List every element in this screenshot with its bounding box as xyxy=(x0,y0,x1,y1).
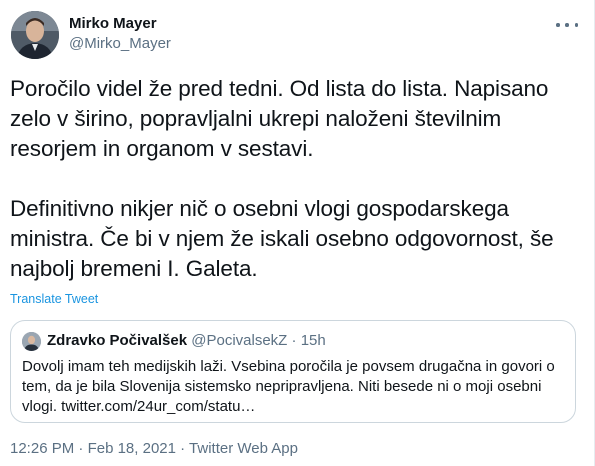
quoted-header: Zdravko Počivalšek @PocivalsekZ · 15h xyxy=(47,331,326,351)
avatar-photo xyxy=(11,11,59,59)
tweet-metadata: 12:26 PM · Feb 18, 2021 · Twitter Web Ap… xyxy=(10,440,298,457)
translate-tweet-link[interactable]: Translate Tweet xyxy=(10,292,98,306)
author-display-name[interactable]: Mirko Mayer xyxy=(69,14,171,34)
quoted-separator: · xyxy=(291,332,297,349)
tweet-date[interactable]: Feb 18, 2021 xyxy=(88,440,176,457)
more-dot xyxy=(574,23,578,27)
tweet-time[interactable]: 12:26 PM xyxy=(10,440,74,457)
meta-separator: · xyxy=(78,440,84,457)
author-handle[interactable]: @Mirko_Mayer xyxy=(69,34,171,54)
quoted-tweet[interactable]: Zdravko Počivalšek @PocivalsekZ · 15h Do… xyxy=(10,320,576,423)
quoted-avatar-photo xyxy=(22,332,41,351)
quoted-author-avatar xyxy=(22,332,41,351)
tweet-source: Twitter Web App xyxy=(189,440,298,457)
tweet-card: Mirko Mayer @Mirko_Mayer Poročilo videl … xyxy=(0,0,595,466)
meta-separator: · xyxy=(180,440,186,457)
quoted-text: Dovolj imam teh medijskih laži. Vsebina … xyxy=(22,358,555,415)
more-horizontal-icon[interactable] xyxy=(556,17,578,33)
more-dot xyxy=(565,23,569,27)
author-block: Mirko Mayer @Mirko_Mayer xyxy=(69,14,171,54)
more-dot xyxy=(556,23,560,27)
quoted-display-name: Zdravko Počivalšek xyxy=(47,332,188,349)
author-avatar[interactable] xyxy=(11,11,59,59)
tweet-text: Poročilo videl že pred tedni. Od lista d… xyxy=(10,76,554,281)
quoted-handle: @PocivalsekZ xyxy=(191,332,288,349)
quoted-age: 15h xyxy=(300,332,326,349)
